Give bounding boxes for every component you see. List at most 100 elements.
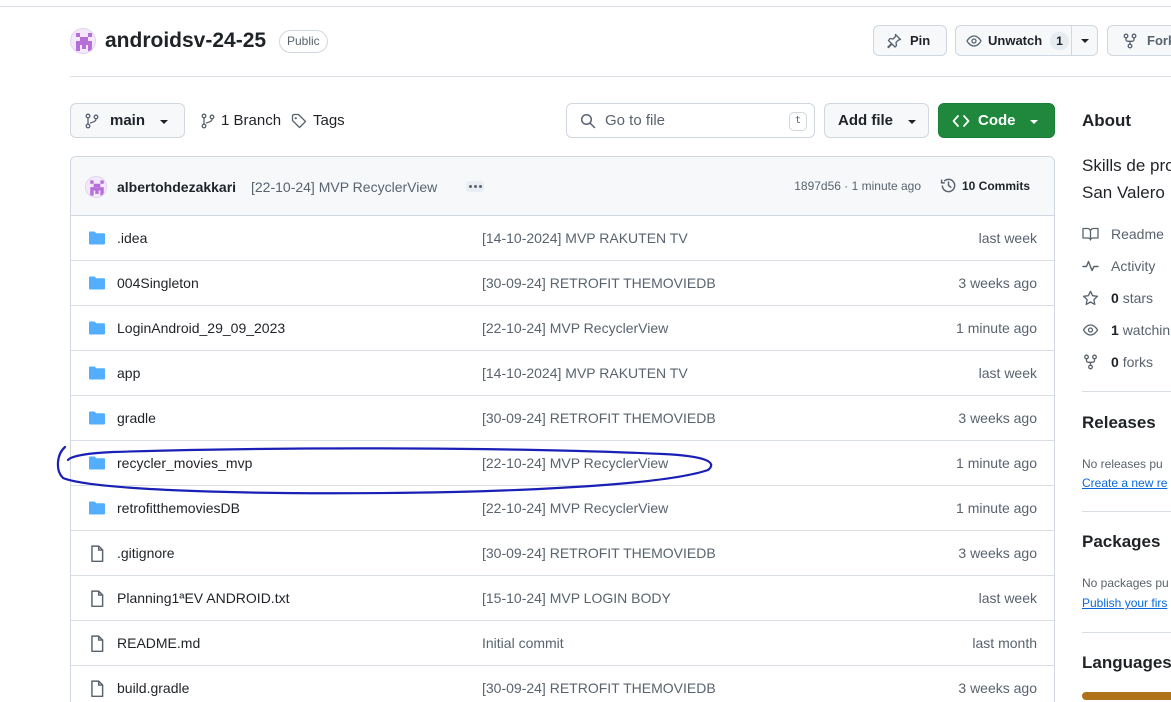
file-row[interactable]: .idea [14-10-2024] MVP RAKUTEN TV last wee…	[71, 216, 1054, 261]
file-row[interactable]: LoginAndroid_29_09_2023 [22-10-24] MVP Re…	[71, 306, 1054, 351]
watch-button[interactable]: Unwatch 1	[955, 25, 1098, 56]
top-border	[0, 6, 1171, 7]
search-placeholder: Go to file	[605, 112, 666, 129]
code-button[interactable]: Code	[938, 103, 1055, 138]
stars-count: 0	[1111, 290, 1119, 306]
file-name-link[interactable]: retrofitthemoviesDB	[117, 500, 240, 516]
stars-link[interactable]: 0 stars	[1082, 290, 1153, 306]
avatar[interactable]	[85, 176, 107, 198]
file-name-link[interactable]: 004Singleton	[117, 275, 199, 291]
file-name-link[interactable]: .idea	[117, 230, 147, 246]
eye-icon	[1082, 324, 1099, 336]
file-commit-message[interactable]: [14-10-2024] MVP RAKUTEN TV	[482, 365, 688, 381]
add-file-button[interactable]: Add file	[824, 103, 929, 138]
branch-selector[interactable]: main	[70, 103, 185, 138]
file-list: .idea [14-10-2024] MVP RAKUTEN TV last wee…	[71, 216, 1054, 702]
chevron-down-icon[interactable]	[1080, 38, 1090, 44]
stars-label: stars	[1122, 290, 1154, 306]
language-bar	[1082, 692, 1171, 700]
file-row[interactable]: recycler_movies_mvp [22-10-24] MVP Recycl…	[71, 441, 1054, 486]
tag-icon	[291, 113, 307, 128]
header-divider	[70, 76, 1171, 77]
commit-meta[interactable]: 1897d56 · 1 minute ago	[794, 179, 921, 193]
file-name-link[interactable]: app	[117, 365, 140, 381]
folder-icon	[88, 500, 106, 519]
file-row[interactable]: Planning1ªEV ANDROID.txt [15-10-24] MVP L…	[71, 576, 1054, 621]
publish-package-link[interactable]: Publish your firs	[1082, 596, 1167, 610]
repo-owner-avatar[interactable]	[70, 28, 96, 54]
branches-link[interactable]: 1 Branch	[200, 112, 281, 129]
branch-name: main	[110, 112, 146, 129]
file-commit-time: 3 weeks ago	[958, 410, 1037, 426]
eye-icon	[966, 34, 982, 47]
file-icon	[88, 680, 106, 701]
fork-button[interactable]: Fork	[1107, 25, 1171, 56]
file-commit-message[interactable]: [22-10-24] MVP RecyclerView	[482, 455, 668, 471]
commit-message[interactable]: [22-10-24] MVP RecyclerView	[251, 179, 437, 195]
branch-icon	[201, 113, 215, 128]
chevron-down-icon	[908, 120, 916, 124]
tags-link[interactable]: Tags	[291, 112, 345, 129]
file-commit-message[interactable]: [30-09-24] RETROFIT THEMOVIEDB	[482, 545, 716, 561]
fork-icon	[1084, 354, 1097, 370]
pulse-icon	[1082, 260, 1099, 272]
watch-label: Unwatch	[988, 33, 1043, 48]
file-name-link[interactable]: README.md	[117, 635, 200, 651]
file-name-link[interactable]: recycler_movies_mvp	[117, 455, 252, 471]
repo-name[interactable]: androidsv-24-25	[105, 29, 266, 53]
about-description-line: San Valero	[1082, 183, 1165, 202]
file-name-link[interactable]: build.gradle	[117, 680, 189, 696]
file-row[interactable]: app [14-10-2024] MVP RAKUTEN TV last week	[71, 351, 1054, 396]
file-row[interactable]: retrofitthemoviesDB [22-10-24] MVP Recycl…	[71, 486, 1054, 531]
file-commit-message[interactable]: [14-10-2024] MVP RAKUTEN TV	[482, 230, 688, 246]
file-commit-message[interactable]: [30-09-24] RETROFIT THEMOVIEDB	[482, 680, 716, 696]
file-name-link[interactable]: gradle	[117, 410, 156, 426]
readme-link[interactable]: Readme	[1082, 226, 1164, 242]
packages-heading[interactable]: Packages	[1082, 532, 1160, 552]
file-row[interactable]: .gitignore [30-09-24] RETROFIT THEMOVIEDB…	[71, 531, 1054, 576]
pin-label: Pin	[910, 33, 931, 48]
file-row[interactable]: build.gradle [30-09-24] RETROFIT THEMOVIE…	[71, 666, 1054, 702]
create-release-link[interactable]: Create a new re	[1082, 476, 1167, 490]
pin-button[interactable]: Pin	[873, 25, 947, 56]
star-icon	[1082, 290, 1099, 306]
folder-icon	[88, 365, 106, 384]
about-heading: About	[1082, 111, 1132, 130]
folder-icon	[88, 230, 106, 249]
watchers-link[interactable]: 1 watchin	[1082, 322, 1170, 338]
file-commit-message[interactable]: [22-10-24] MVP RecyclerView	[482, 500, 668, 516]
file-commit-time: last week	[978, 365, 1037, 381]
shortcut-key: t	[789, 112, 807, 131]
activity-label: Activity	[1111, 258, 1156, 274]
file-commit-message[interactable]: [22-10-24] MVP RecyclerView	[482, 320, 668, 336]
file-commit-time: 3 weeks ago	[958, 545, 1037, 561]
packages-empty-text: No packages pu	[1082, 576, 1169, 590]
forks-count: 0	[1111, 354, 1119, 370]
file-name-link[interactable]: LoginAndroid_29_09_2023	[117, 320, 285, 336]
file-commit-message[interactable]: [30-09-24] RETROFIT THEMOVIEDB	[482, 410, 716, 426]
file-commit-time: 1 minute ago	[956, 455, 1037, 471]
file-commit-message[interactable]: [15-10-24] MVP LOGIN BODY	[482, 590, 671, 606]
file-name-link[interactable]: .gitignore	[117, 545, 175, 561]
file-commit-time: 3 weeks ago	[958, 680, 1037, 696]
code-icon	[952, 114, 970, 127]
activity-link[interactable]: Activity	[1082, 258, 1155, 274]
watch-separator	[1071, 26, 1072, 55]
fork-label: Fork	[1147, 33, 1171, 48]
commit-author[interactable]: albertohdezakkari	[117, 179, 236, 195]
commits-history-link[interactable]: 10 Commits	[940, 177, 1030, 194]
file-row[interactable]: gradle [30-09-24] RETROFIT THEMOVIEDB 3 we…	[71, 396, 1054, 441]
forks-link[interactable]: 0 forks	[1082, 354, 1153, 370]
latest-commit-bar: albertohdezakkari [22-10-24] MVP Recycle…	[71, 157, 1054, 216]
file-commit-message[interactable]: Initial commit	[482, 635, 564, 651]
code-label: Code	[978, 112, 1016, 129]
file-row[interactable]: README.md Initial commit last month	[71, 621, 1054, 666]
releases-heading[interactable]: Releases	[1082, 413, 1156, 433]
watch-count: 1	[1050, 31, 1069, 50]
go-to-file-input[interactable]: Go to file t	[566, 103, 815, 138]
file-name-link[interactable]: Planning1ªEV ANDROID.txt	[117, 590, 289, 606]
commit-details-toggle[interactable]	[466, 181, 484, 192]
file-row[interactable]: 004Singleton [30-09-24] RETROFIT THEMOVIE…	[71, 261, 1054, 306]
file-commit-message[interactable]: [30-09-24] RETROFIT THEMOVIEDB	[482, 275, 716, 291]
chevron-down-icon	[1030, 120, 1038, 124]
